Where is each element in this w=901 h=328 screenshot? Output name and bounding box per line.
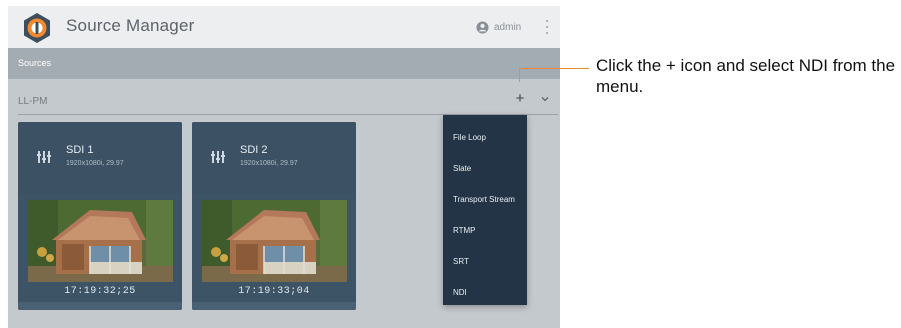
source-card-sdi-1[interactable]: SDI 1 1920x1080i, 29.97 17:19:32;25 <box>18 122 182 310</box>
menu-item-rtmp[interactable]: RTMP <box>453 226 476 235</box>
menu-item-srt[interactable]: SRT <box>453 257 469 266</box>
user-menu[interactable]: admin <box>476 21 521 34</box>
sources-bar: Sources <box>8 48 560 79</box>
source-card-sdi-2[interactable]: SDI 2 1920x1080i, 29.97 17:19:33;04 <box>192 122 356 310</box>
card-timecode: 17:19:32;25 <box>64 286 136 297</box>
callout-leader-line <box>519 68 520 82</box>
card-format: 1920x1080i, 29.97 <box>240 160 298 167</box>
app-logo-icon <box>24 13 50 43</box>
add-source-button[interactable]: + <box>513 91 527 107</box>
video-thumbnail <box>28 200 173 282</box>
video-thumbnail <box>202 200 347 282</box>
sdi-signal-icon <box>37 151 51 163</box>
menu-item-ndi[interactable]: NDI <box>453 288 467 297</box>
card-title: SDI 1 <box>66 144 94 156</box>
menu-item-file-loop[interactable]: File Loop <box>453 133 486 142</box>
card-footer <box>18 302 182 310</box>
app-title: Source Manager <box>66 16 195 35</box>
callout-text: Click the + icon and select NDI from the… <box>596 56 896 96</box>
app-header: Source Manager admin <box>8 6 560 48</box>
card-title: SDI 2 <box>240 144 268 156</box>
sources-label: Sources <box>18 58 52 68</box>
user-name: admin <box>494 22 522 33</box>
card-timecode: 17:19:33;04 <box>238 286 310 297</box>
sdi-signal-icon <box>211 151 225 163</box>
card-footer <box>192 302 356 310</box>
more-options-icon[interactable] <box>545 20 549 34</box>
card-format: 1920x1080i, 29.97 <box>66 160 124 167</box>
user-avatar-icon <box>476 21 489 34</box>
add-source-menu: File Loop Slate Transport Stream RTMP SR… <box>443 115 527 305</box>
chevron-down-icon[interactable] <box>540 94 550 104</box>
source-group-select[interactable]: LL-PM <box>18 96 47 107</box>
source-manager-app: Source Manager admin Sources LL-PM + SDI… <box>8 6 560 328</box>
menu-item-transport-stream[interactable]: Transport Stream <box>453 195 515 204</box>
menu-item-slate[interactable]: Slate <box>453 164 471 173</box>
callout-leader-line <box>519 68 589 69</box>
